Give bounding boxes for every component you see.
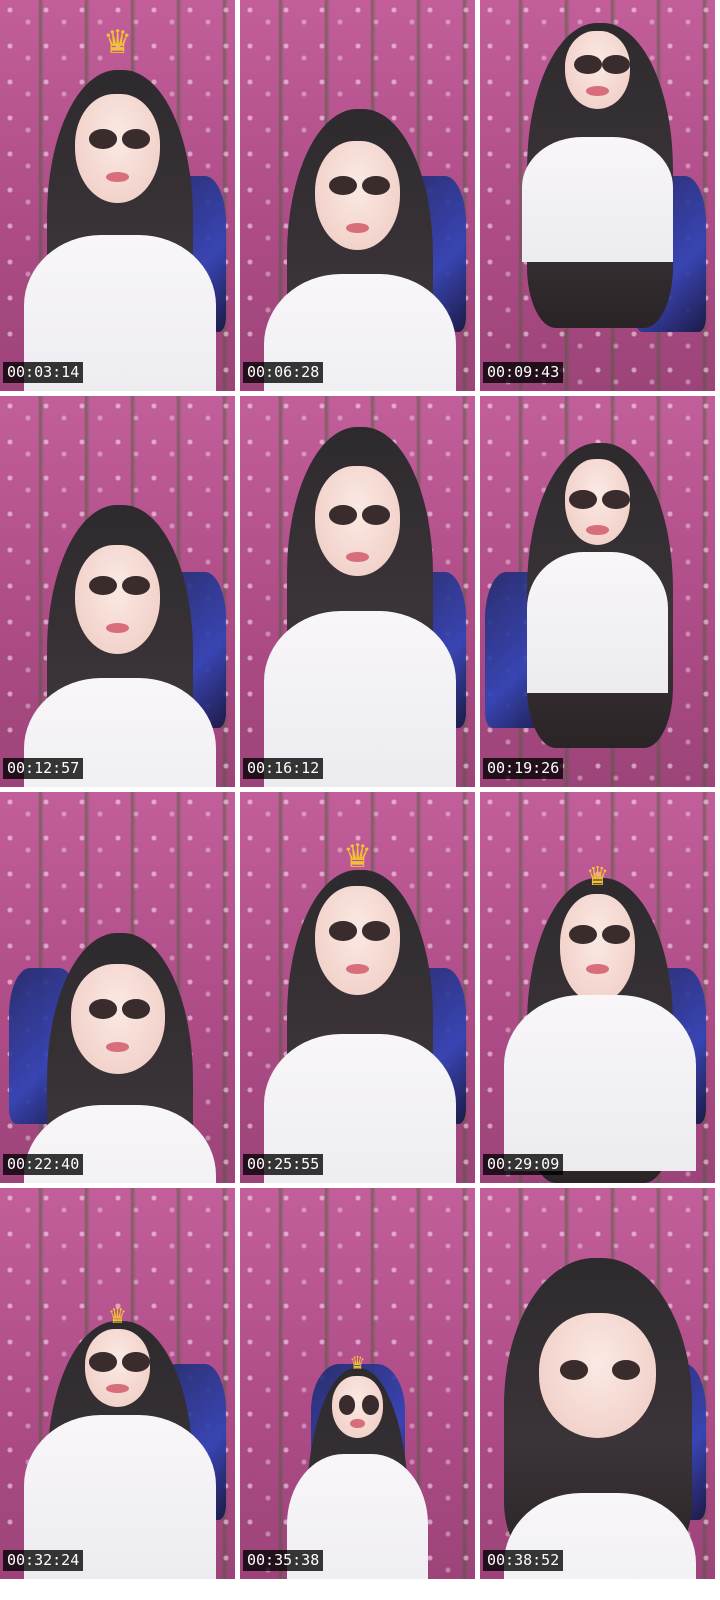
face xyxy=(315,140,400,251)
crown-icon: ♛ xyxy=(109,1300,126,1330)
mouth xyxy=(105,1042,130,1052)
eye xyxy=(122,129,151,149)
timestamp-label: 00:03:14 xyxy=(3,362,84,383)
mouth xyxy=(350,1418,365,1429)
crown-icon: ♛ xyxy=(350,1350,365,1375)
eye xyxy=(611,1360,640,1380)
crown-icon: ♛ xyxy=(105,17,130,63)
mouth xyxy=(105,622,130,633)
mouth xyxy=(345,222,370,233)
timestamp-label: 00:16:12 xyxy=(243,758,324,779)
eye xyxy=(362,921,391,941)
crown-icon: ♛ xyxy=(587,855,608,893)
video-thumbnail-tile[interactable]: 00:38:52 xyxy=(480,1188,715,1579)
video-thumbnail-tile[interactable]: ♛ 00:29:09 xyxy=(480,792,715,1183)
crown-icon: ♛ xyxy=(345,831,370,877)
mouth xyxy=(345,964,370,974)
video-thumbnail-tile[interactable]: 00:16:12 xyxy=(240,396,475,787)
mouth xyxy=(585,964,610,974)
video-thumbnail-tile[interactable]: 00:19:26 xyxy=(480,396,715,787)
face xyxy=(75,544,160,655)
video-thumbnail-tile[interactable]: 00:09:43 xyxy=(480,0,715,391)
timestamp-label: 00:25:55 xyxy=(243,1154,324,1175)
eye xyxy=(338,1395,356,1415)
face xyxy=(315,885,400,996)
timestamp-label: 00:06:28 xyxy=(243,362,324,383)
mouth xyxy=(585,86,610,96)
video-thumbnail-tile[interactable]: 00:12:57 xyxy=(0,396,235,787)
mouth xyxy=(105,172,130,182)
timestamp-label: 00:38:52 xyxy=(483,1550,564,1571)
face xyxy=(70,964,165,1074)
video-thumbnail-tile[interactable]: 00:22:40 xyxy=(0,792,235,1183)
video-thumbnail-tile[interactable]: ♛ 00:32:24 xyxy=(0,1188,235,1579)
face xyxy=(538,1313,657,1439)
timestamp-label: 00:32:24 xyxy=(3,1550,84,1571)
eye xyxy=(559,1360,589,1380)
video-thumbnail-tile[interactable]: ♛ 00:03:14 xyxy=(0,0,235,391)
face xyxy=(559,893,636,1004)
thumbnail-grid: ♛ 00:03:14 00:06:28 00:09:43 00:12:57 00… xyxy=(0,0,720,1600)
timestamp-label: 00:19:26 xyxy=(483,758,564,779)
eye xyxy=(329,921,358,941)
eye xyxy=(89,999,118,1019)
timestamp-label: 00:29:09 xyxy=(483,1154,564,1175)
video-thumbnail-tile[interactable]: 00:06:28 xyxy=(240,0,475,391)
eye xyxy=(122,1352,151,1372)
eye xyxy=(362,1395,379,1415)
white-shirt xyxy=(522,136,673,262)
mouth xyxy=(585,525,610,535)
white-shirt xyxy=(503,995,697,1172)
eye xyxy=(122,999,151,1019)
eye xyxy=(89,1352,118,1372)
timestamp-label: 00:35:38 xyxy=(243,1550,324,1571)
timestamp-label: 00:22:40 xyxy=(3,1154,84,1175)
timestamp-label: 00:09:43 xyxy=(483,362,564,383)
eye xyxy=(89,129,118,149)
face xyxy=(75,93,160,204)
video-thumbnail-tile[interactable]: ♛ 00:25:55 xyxy=(240,792,475,1183)
white-shirt xyxy=(527,552,668,694)
video-thumbnail-tile[interactable]: ♛ 00:35:38 xyxy=(240,1188,475,1579)
timestamp-label: 00:12:57 xyxy=(3,758,84,779)
